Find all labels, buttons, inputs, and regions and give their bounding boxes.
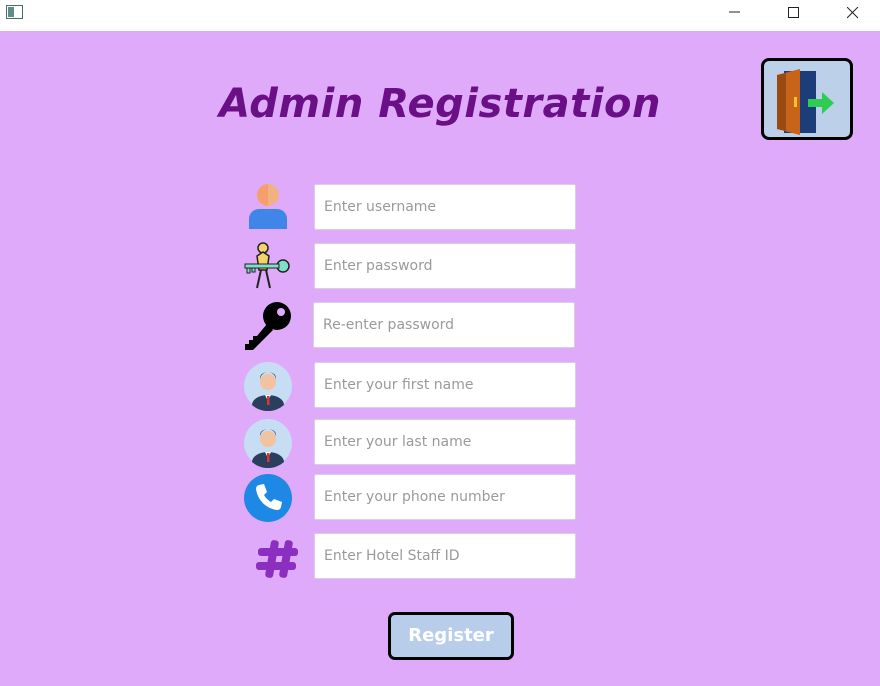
window-titlebar — [0, 0, 880, 30]
reenter-password-input[interactable] — [313, 302, 575, 348]
maximize-button[interactable] — [771, 0, 817, 28]
key-icon — [245, 302, 291, 350]
last-name-input[interactable] — [314, 419, 576, 465]
exit-button[interactable] — [761, 58, 853, 140]
app-icon — [6, 5, 23, 19]
phone-icon — [244, 474, 292, 522]
first-name-input[interactable] — [314, 362, 576, 408]
exit-door-icon — [777, 69, 834, 135]
staff-id-input[interactable] — [314, 533, 576, 579]
key-person-icon — [244, 242, 290, 289]
phone-input[interactable] — [314, 474, 576, 520]
hash-icon — [256, 540, 298, 578]
username-input[interactable] — [314, 184, 576, 230]
registration-panel: Admin Registration Enter username Enter … — [0, 31, 880, 686]
register-button[interactable]: Register — [388, 612, 514, 660]
businessman-avatar-icon — [244, 419, 292, 468]
close-icon — [847, 7, 859, 19]
page-title: Admin Registration — [219, 81, 661, 127]
minimize-icon — [729, 11, 740, 13]
user-icon — [249, 184, 287, 229]
minimize-button[interactable] — [712, 0, 758, 28]
maximize-icon — [788, 7, 799, 18]
businessman-avatar-icon — [244, 362, 292, 411]
password-input[interactable] — [314, 243, 576, 289]
close-button[interactable] — [830, 0, 876, 28]
